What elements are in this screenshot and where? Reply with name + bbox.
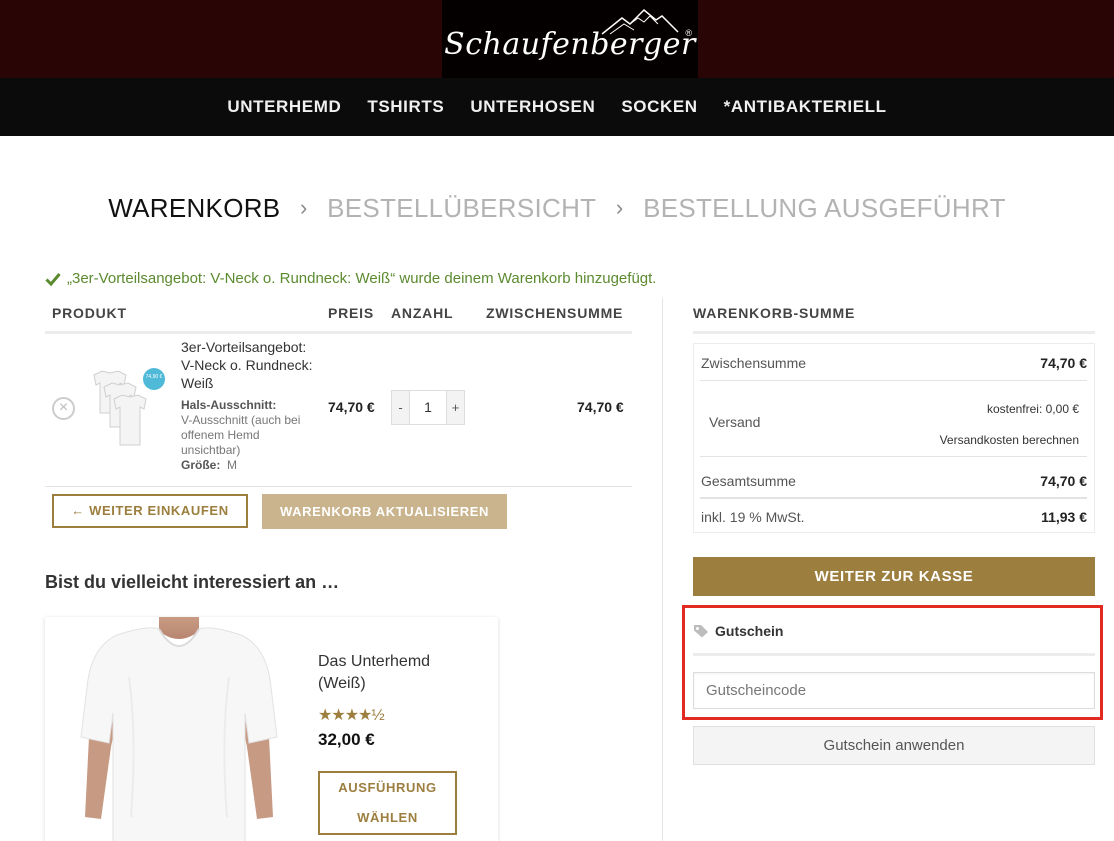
total-label: Gesamtsumme (701, 473, 796, 489)
mountain-logo-icon (601, 8, 679, 35)
apply-coupon-button[interactable]: Gutschein anwenden (693, 726, 1095, 765)
thumbnail-price-badge: 74,90 € (146, 374, 163, 380)
success-notice: „3er-Vorteilsangebot: V-Neck o. Rundneck… (45, 270, 656, 287)
logo[interactable]: Schaufenberger ® (442, 0, 698, 78)
variation-label-neck: Hals-Ausschnitt: (181, 398, 277, 412)
totals-subtotal-value: 74,70 € (1040, 355, 1087, 371)
item-subtotal: 74,70 € (577, 399, 624, 415)
tag-icon (694, 625, 708, 638)
nav-item-antibakteriell[interactable]: *ANTIBAKTERIELL (711, 97, 900, 117)
product-card: Das Unterhemd (Weiß) ★★★★½ 32,00 € AUSFÜ… (45, 617, 498, 841)
cross-sell-title: Bist du vielleicht interessiert an … (45, 572, 340, 592)
proceed-to-checkout-button[interactable]: WEITER ZUR KASSE (693, 557, 1095, 596)
checkmark-icon (45, 272, 61, 286)
product-variation: Hals-Ausschnitt: V-Ausschnitt (auch bei … (181, 398, 321, 473)
quantity-input[interactable]: 1 (410, 390, 446, 425)
step-separator-icon: › (615, 195, 624, 221)
nav-item-unterhosen[interactable]: UNTERHOSEN (457, 97, 608, 117)
remove-item-button[interactable]: × (52, 397, 75, 420)
quantity-stepper: - 1 + (391, 390, 465, 425)
shipping-calculator-link[interactable]: Versandkosten berechnen (940, 433, 1079, 447)
nav-item-unterhemd[interactable]: UNTERHEMD (214, 97, 354, 117)
totals-row-divider (700, 456, 1087, 457)
success-notice-text: „3er-Vorteilsangebot: V-Neck o. Rundneck… (67, 270, 657, 287)
continue-shopping-button[interactable]: ← WEITER EINKAUFEN (52, 494, 248, 528)
star-rating-icon: ★★★★½ (318, 707, 385, 724)
product-image[interactable] (67, 617, 292, 841)
header-bar: Schaufenberger ® (0, 0, 1114, 78)
coupon-title: Gutschein (715, 623, 784, 639)
coupon-header: Gutschein (693, 623, 783, 639)
update-cart-button[interactable]: WARENKORB AKTUALISIEREN (262, 494, 507, 529)
shipping-value: kostenfrei: 0,00 € (986, 402, 1079, 416)
step-checkout[interactable]: BESTELLÜBERSICHT (327, 193, 596, 224)
column-header-price: PREIS (328, 305, 375, 321)
column-header-quantity: ANZAHL (391, 305, 454, 321)
column-header-subtotal: ZWISCHENSUMME (486, 305, 624, 321)
column-header-product: PRODUKT (52, 305, 127, 321)
column-divider (662, 298, 663, 841)
checkout-steps: WARENKORB › BESTELLÜBERSICHT › BESTELLUN… (0, 191, 1114, 224)
product-thumbnail[interactable]: 74,90 € (88, 365, 168, 450)
variation-label-size: Größe: (181, 458, 221, 472)
step-separator-icon: › (299, 195, 308, 221)
select-options-button[interactable]: AUSFÜHRUNG WÄHLEN (318, 771, 457, 835)
totals-subtotal-label: Zwischensumme (701, 355, 807, 371)
tax-value: 11,93 € (1041, 509, 1087, 525)
tax-label: inkl. 19 % MwSt. (701, 509, 805, 525)
total-value: 74,70 € (1040, 473, 1087, 489)
cart-totals-divider (693, 331, 1095, 334)
quantity-minus-button[interactable]: - (391, 390, 410, 425)
shipping-label: Versand (709, 414, 761, 430)
step-order-complete: BESTELLUNG AUSGEFÜHRT (643, 192, 1006, 223)
variation-value-neck: V-Ausschnitt (auch bei offenem Hemd unsi… (181, 413, 301, 457)
quantity-plus-button[interactable]: + (446, 390, 465, 425)
table-header-divider (45, 331, 632, 334)
nav-item-socken[interactable]: SOCKEN (608, 97, 710, 117)
coupon-divider (693, 653, 1095, 656)
totals-row-divider (700, 497, 1087, 499)
product-card-name[interactable]: Das Unterhemd (Weiß) (318, 651, 468, 695)
step-cart[interactable]: WARENKORB (108, 193, 280, 224)
logo-registered-mark: ® (685, 28, 692, 38)
variation-value-size: M (227, 458, 238, 472)
product-name-link[interactable]: 3er-Vorteilsangebot: V-Neck o. Rundneck:… (181, 338, 321, 392)
coupon-code-input[interactable] (693, 672, 1095, 709)
product-card-price: 32,00 € (318, 730, 375, 749)
table-row-divider (45, 486, 632, 487)
cart-totals-title: WARENKORB-SUMME (693, 305, 856, 321)
nav-item-tshirts[interactable]: TSHIRTS (354, 97, 457, 117)
item-price: 74,70 € (328, 399, 375, 415)
totals-row-divider (700, 380, 1087, 381)
main-nav: UNTERHEMD TSHIRTS UNTERHOSEN SOCKEN *ANT… (0, 78, 1114, 136)
